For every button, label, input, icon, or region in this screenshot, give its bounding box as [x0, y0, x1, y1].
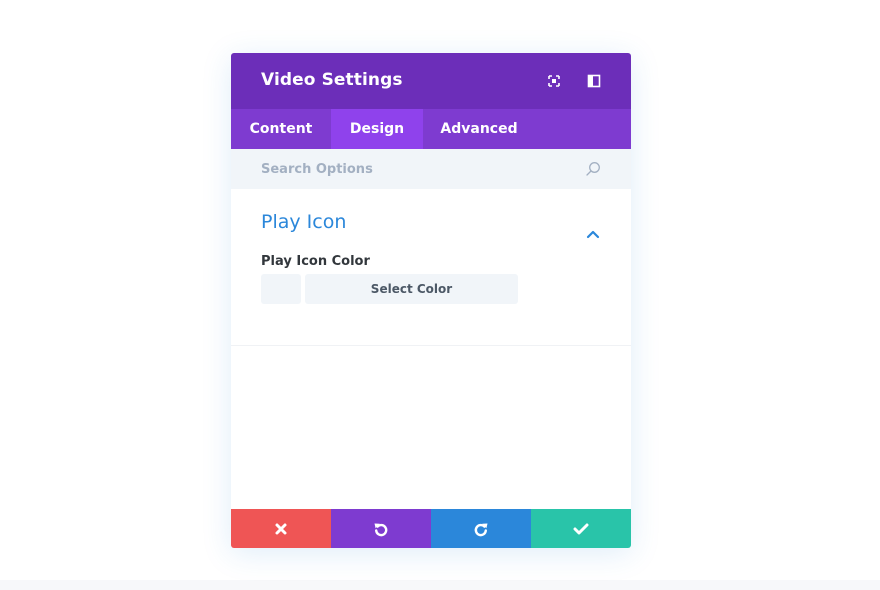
expand-icon[interactable] [546, 73, 562, 89]
settings-modal: Video Settings Content Design Advanced S… [231, 53, 631, 548]
tab-bar: Content Design Advanced [231, 109, 631, 149]
select-color-button[interactable]: Select Color [305, 274, 518, 304]
color-swatch[interactable] [261, 274, 301, 304]
redo-button[interactable] [431, 509, 531, 548]
check-icon [573, 522, 589, 536]
modal-header: Video Settings [231, 53, 631, 109]
page-bottom-strip [0, 580, 880, 590]
search-input[interactable] [231, 149, 561, 189]
save-button[interactable] [531, 509, 631, 548]
modal-footer [231, 509, 631, 548]
modal-title: Video Settings [261, 70, 403, 90]
tab-design[interactable]: Design [331, 109, 423, 149]
tab-content[interactable]: Content [231, 109, 331, 149]
search-bar [231, 149, 631, 189]
search-icon[interactable] [585, 161, 601, 177]
play-icon-color-label: Play Icon Color [261, 254, 370, 269]
play-icon-section: Play Icon Play Icon Color [231, 189, 631, 346]
sidebar-toggle-icon[interactable] [586, 73, 602, 89]
section-title[interactable]: Play Icon [261, 211, 346, 233]
discard-button[interactable] [231, 509, 331, 548]
close-icon [274, 522, 288, 536]
tab-advanced[interactable]: Advanced [423, 109, 535, 149]
undo-icon [373, 521, 389, 537]
chevron-up-icon[interactable] [586, 229, 600, 239]
redo-icon [473, 521, 489, 537]
undo-button[interactable] [331, 509, 431, 548]
